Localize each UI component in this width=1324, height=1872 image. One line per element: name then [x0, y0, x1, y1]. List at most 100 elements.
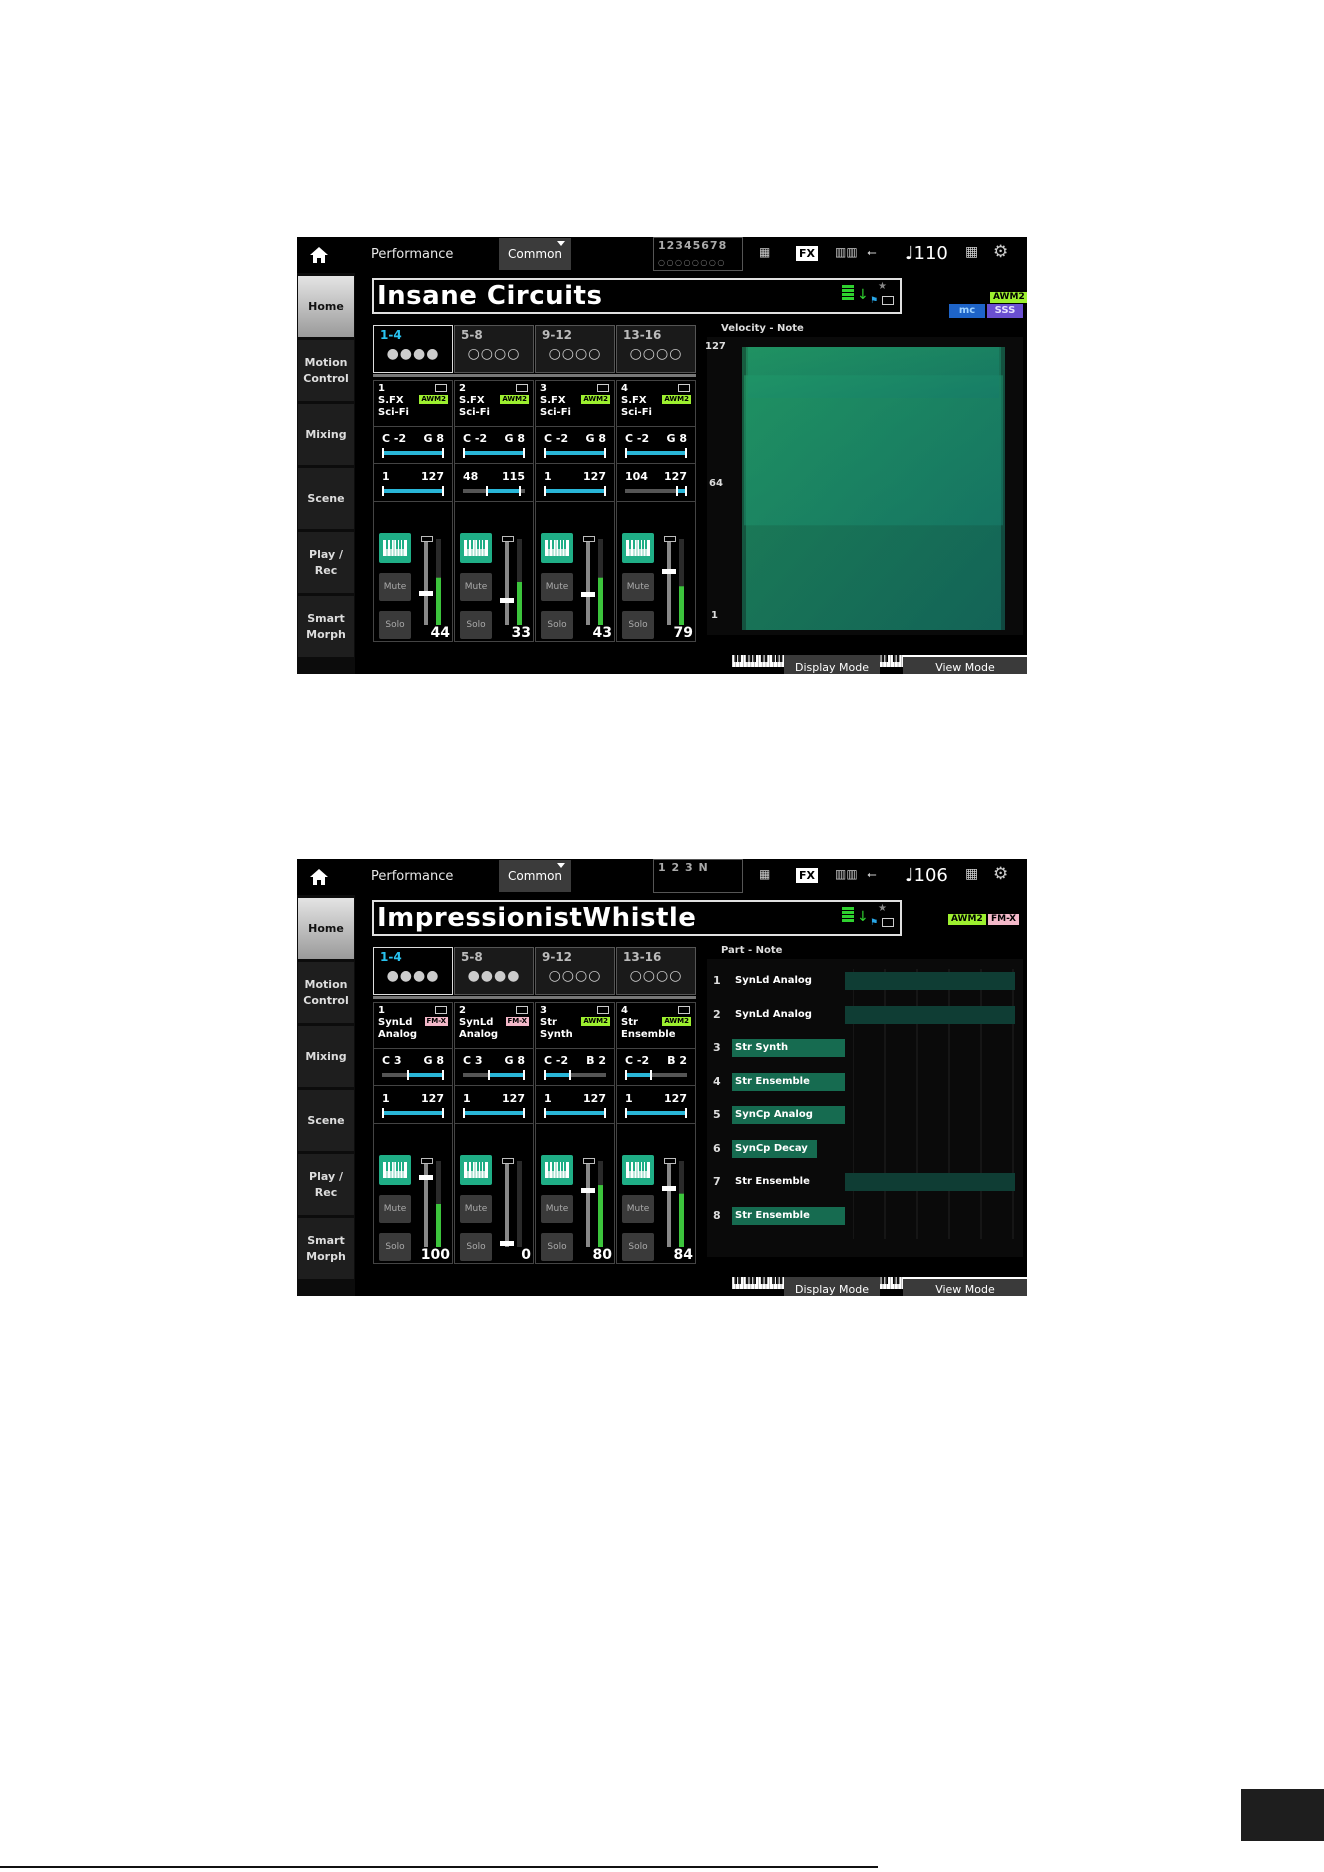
view-mode-button[interactable]: View Mode	[903, 655, 1027, 674]
keyboard-icon[interactable]: ▥▥	[835, 245, 858, 259]
note-high-handle[interactable]	[568, 1070, 571, 1080]
velocity-high-handle[interactable]	[685, 486, 687, 496]
keyboard-control-button[interactable]	[460, 533, 492, 563]
note-range-slider[interactable]: C -2 G 8	[617, 432, 695, 458]
note-high-handle[interactable]	[604, 448, 606, 458]
grid-icon[interactable]: ▦	[965, 866, 978, 882]
tab-parts-13-16[interactable]: 13-16 ○○○○	[616, 947, 696, 995]
note-range-slider[interactable]: C -2 B 2	[536, 1054, 614, 1080]
note-low-handle[interactable]	[544, 1070, 546, 1080]
sidebar-item-motion-control[interactable]: Motion Control	[298, 962, 354, 1023]
note-low-handle[interactable]	[625, 448, 627, 458]
solo-button[interactable]: Solo	[460, 611, 492, 639]
note-high-handle[interactable]	[685, 448, 687, 458]
velocity-low-handle[interactable]	[625, 1108, 627, 1118]
volume-fader-knob[interactable]	[500, 598, 514, 604]
display-mode-button[interactable]: Display Mode	[784, 655, 880, 674]
volume-fader-knob[interactable]	[581, 591, 595, 597]
sidebar-item-smart-morph[interactable]: Smart Morph	[298, 1218, 354, 1279]
part-column-1[interactable]: 1 S.FX Sci-Fi AWM2 C -2 G 8 1 127 Mute Solo 44	[373, 380, 453, 642]
tab-parts-9-12[interactable]: 9-12 ○○○○	[535, 947, 615, 995]
note-low-handle[interactable]	[487, 1070, 490, 1080]
performance-name-field[interactable]: ImpressionistWhistle ↓ ★ ⚑	[372, 900, 902, 936]
velocity-low-handle[interactable]	[382, 486, 384, 496]
sidebar-item-play-rec[interactable]: Play / Rec	[298, 532, 354, 593]
velocity-high-handle[interactable]	[442, 486, 444, 496]
note-range-slider[interactable]: C 3 G 8	[374, 1054, 452, 1080]
solo-button[interactable]: Solo	[541, 611, 573, 639]
note-low-handle[interactable]	[625, 1070, 627, 1080]
common-dropdown[interactable]: Common	[499, 860, 571, 892]
tab-parts-5-8[interactable]: 5-8 ●●●●	[454, 947, 534, 995]
velocity-range-slider[interactable]: 104 127	[617, 470, 695, 496]
sidebar-item-home[interactable]: Home	[298, 276, 354, 337]
velocity-high-handle[interactable]	[685, 1108, 687, 1118]
solo-button[interactable]: Solo	[460, 1233, 492, 1261]
velocity-high-handle[interactable]	[523, 1108, 525, 1118]
sidebar-item-smart-morph[interactable]: Smart Morph	[298, 596, 354, 657]
velocity-high-handle[interactable]	[604, 1108, 606, 1118]
grid-settings-icon[interactable]: ▦	[759, 245, 770, 259]
solo-button[interactable]: Solo	[622, 1233, 654, 1261]
solo-button[interactable]: Solo	[379, 1233, 411, 1261]
part-column-2[interactable]: 2 S.FX Sci-Fi AWM2 C -2 G 8 48 115 Mute Solo 33	[454, 380, 534, 642]
keyboard-control-button[interactable]	[460, 1155, 492, 1185]
note-high-handle[interactable]	[442, 1070, 444, 1080]
solo-button[interactable]: Solo	[541, 1233, 573, 1261]
gear-icon[interactable]: ⚙	[993, 242, 1008, 262]
gear-icon[interactable]: ⚙	[993, 864, 1008, 884]
note-high-handle[interactable]	[442, 448, 444, 458]
keyboard-control-button[interactable]	[541, 1155, 573, 1185]
velocity-range-slider[interactable]: 1 127	[374, 1092, 452, 1118]
velocity-high-handle[interactable]	[604, 486, 606, 496]
velocity-range-slider[interactable]: 1 127	[455, 1092, 533, 1118]
sidebar-item-play-rec[interactable]: Play / Rec	[298, 1154, 354, 1215]
velocity-high-handle[interactable]	[518, 486, 521, 496]
note-low-handle[interactable]	[544, 448, 546, 458]
velocity-low-handle[interactable]	[544, 486, 546, 496]
note-range-slider[interactable]: C -2 B 2	[617, 1054, 695, 1080]
common-dropdown[interactable]: Common	[499, 238, 571, 270]
note-range-slider[interactable]: C 3 G 8	[455, 1054, 533, 1080]
sidebar-item-motion-control[interactable]: Motion Control	[298, 340, 354, 401]
home-icon[interactable]	[297, 859, 341, 895]
mute-button[interactable]: Mute	[379, 573, 411, 601]
part-column-2[interactable]: 2 SynLd Analog FM-X C 3 G 8 1 127 Mute Solo 0	[454, 1002, 534, 1264]
part-column-3[interactable]: 3 Str Synth AWM2 C -2 B 2 1 127 Mute Solo 80	[535, 1002, 615, 1264]
tab-parts-1-4[interactable]: 1-4 ●●●●	[373, 325, 453, 373]
velocity-range-slider[interactable]: 1 127	[536, 1092, 614, 1118]
performance-name-field[interactable]: Insane Circuits ↓ ★ ⚑	[372, 278, 902, 314]
note-range-slider[interactable]: C -2 G 8	[455, 432, 533, 458]
keyboard-control-button[interactable]	[379, 1155, 411, 1185]
note-high-handle[interactable]	[523, 1070, 525, 1080]
sidebar-item-mixing[interactable]: Mixing	[298, 404, 354, 465]
velocity-range-slider[interactable]: 1 127	[374, 470, 452, 496]
tempo-display[interactable]: ♩110	[905, 243, 948, 264]
velocity-low-handle[interactable]	[544, 1108, 546, 1118]
note-low-handle[interactable]	[463, 448, 465, 458]
volume-fader-knob[interactable]	[662, 569, 676, 575]
sidebar-item-home[interactable]: Home	[298, 898, 354, 959]
part-column-4[interactable]: 4 S.FX Sci-Fi AWM2 C -2 G 8 104 127 Mute Solo 79	[616, 380, 696, 642]
velocity-low-handle[interactable]	[485, 486, 488, 496]
keyboard-control-button[interactable]	[622, 533, 654, 563]
sidebar-item-mixing[interactable]: Mixing	[298, 1026, 354, 1087]
grid-settings-icon[interactable]: ▦	[759, 867, 770, 881]
keyboard-icon[interactable]: ▥▥	[835, 867, 858, 881]
volume-fader-knob[interactable]	[581, 1188, 595, 1194]
velocity-low-handle[interactable]	[382, 1108, 384, 1118]
keyboard-control-button[interactable]	[622, 1155, 654, 1185]
note-range-slider[interactable]: C -2 G 8	[374, 432, 452, 458]
mute-button[interactable]: Mute	[460, 573, 492, 601]
sidebar-item-scene[interactable]: Scene	[298, 1090, 354, 1151]
mute-button[interactable]: Mute	[622, 1195, 654, 1223]
view-mode-button[interactable]: View Mode	[903, 1277, 1027, 1296]
volume-fader-knob[interactable]	[419, 591, 433, 596]
keyboard-control-button[interactable]	[379, 533, 411, 563]
grid-icon[interactable]: ▦	[965, 244, 978, 260]
note-low-handle[interactable]	[406, 1070, 409, 1080]
velocity-low-handle[interactable]	[463, 1108, 465, 1118]
note-low-handle[interactable]	[382, 448, 384, 458]
tab-parts-5-8[interactable]: 5-8 ○○○○	[454, 325, 534, 373]
part-column-1[interactable]: 1 SynLd Analog FM-X C 3G 8 1 127 Mute Solo 100	[373, 1002, 453, 1264]
